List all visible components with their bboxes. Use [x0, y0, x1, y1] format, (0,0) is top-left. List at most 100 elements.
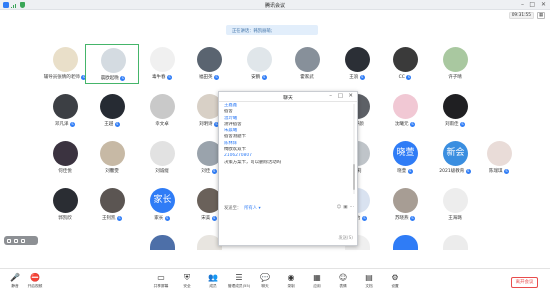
participant-tile[interactable]: 王钊凯 S: [85, 185, 139, 225]
apps-button[interactable]: ▦ 应用: [304, 273, 330, 293]
mic-status-icon: S: [117, 215, 122, 221]
record-icon: ◉: [287, 273, 295, 282]
participant-tile[interactable]: 刘馨雯: [85, 138, 139, 178]
participant-tile[interactable]: [378, 232, 432, 272]
chat-minimize-icon[interactable]: –: [329, 93, 332, 100]
avatar: [393, 235, 418, 250]
participant-name: 苏晓燕: [395, 216, 409, 221]
chat-input[interactable]: [224, 213, 354, 235]
security-button[interactable]: ⛨ 安全: [174, 273, 200, 293]
participant-tile[interactable]: 王海璐: [428, 185, 482, 225]
settings-icon: ⚙: [391, 273, 399, 282]
participant-tile[interactable]: 许子晴: [428, 44, 482, 84]
toolbar-label: 开启视频: [27, 284, 43, 288]
participant-tile[interactable]: 沈曦元 S: [378, 91, 432, 131]
participant-name: 宋美: [201, 216, 211, 221]
participant-name-row: 福田英 S: [182, 73, 236, 81]
chat-message: 决策方案卡，可以删除活动吗: [224, 159, 282, 165]
avatar: [100, 94, 125, 119]
participant-tile[interactable]: [428, 232, 482, 272]
avatar: [443, 47, 468, 72]
participant-name-row: 安鹏 S: [232, 73, 286, 81]
participant-tile[interactable]: 陈瑞琪 S: [472, 138, 526, 178]
chat-close-icon[interactable]: ✕: [348, 93, 353, 100]
participant-tile[interactable]: 晓萱 晓萱 S: [378, 138, 432, 178]
manage-button[interactable]: ☰ 管理成员(55): [226, 273, 252, 293]
participant-name: 王浪: [349, 75, 359, 80]
mic-status-icon: S: [211, 215, 217, 221]
avatar: [101, 48, 126, 73]
participant-name: 邓凡泽: [55, 122, 69, 127]
title-bar: 腾讯会议 – □ ✕: [0, 0, 550, 10]
participant-tile[interactable]: CC S: [378, 44, 432, 84]
settings-button[interactable]: ⚙ 设置: [382, 273, 408, 293]
participant-name: 郭凯欣: [58, 216, 72, 221]
chat-header[interactable]: 聊天 – □ ✕: [219, 92, 357, 102]
participant-tile[interactable]: 何佳悦: [38, 138, 92, 178]
participant-name: 王越: [104, 122, 114, 127]
participant-tile[interactable]: 幸文卓: [135, 91, 189, 131]
participant-tile[interactable]: 邓凡泽 S: [38, 91, 92, 131]
participant-tile[interactable]: 晨欧起晚 S: [85, 44, 139, 84]
mic-status-icon: S: [167, 74, 172, 80]
participant-tile[interactable]: 毒牛春 S: [135, 44, 189, 84]
mic-status-icon: S: [410, 121, 415, 127]
chat-scrollbar[interactable]: [353, 104, 355, 194]
participant-name: 刘佳: [201, 169, 211, 174]
participant-name: 许子晴: [448, 75, 462, 80]
participant-tile[interactable]: [135, 232, 189, 272]
share-screen-button[interactable]: ▭ 共享屏幕: [148, 273, 174, 293]
chat-icon: 💬: [260, 273, 270, 282]
participant-tile[interactable]: 霍家武: [280, 44, 334, 84]
chat-button[interactable]: 💬 聊天: [252, 273, 278, 293]
mic-status-icon: S: [465, 168, 471, 174]
participant-name-row: 何佳悦: [38, 167, 92, 175]
chat-window[interactable]: 聊天 – □ ✕ 王鑫鑫 宿舍 温玲曦 测评宿舍 朱晨曦 宿舍测题卡 陈林辉 椅欧欢双卡 210…: [218, 91, 358, 246]
participant-tile[interactable]: 家长 家长 S: [135, 185, 189, 225]
avatar: [53, 47, 78, 72]
members-button[interactable]: 👥 成员: [200, 273, 226, 293]
participant-tile[interactable]: 福田英 S: [182, 44, 236, 84]
participant-tile[interactable]: 辅导员张倩的老师 S: [38, 44, 92, 84]
send-button[interactable]: 发送(S): [338, 235, 353, 241]
apps-icon: ▦: [313, 273, 321, 282]
avatar: [393, 94, 418, 119]
participant-name-row: 家长 S: [135, 214, 189, 222]
mic-status-icon: S: [460, 121, 465, 127]
participant-tile[interactable]: 苏晓燕 S: [378, 185, 432, 225]
minimize-icon[interactable]: –: [521, 1, 524, 9]
avatar: [295, 47, 320, 72]
leave-meeting-button[interactable]: 离开会议: [511, 277, 538, 288]
participant-tile[interactable]: 安鹏 S: [232, 44, 286, 84]
more-icon[interactable]: ⋯: [350, 205, 355, 210]
send-to-select[interactable]: 所有人 ▾: [244, 205, 260, 211]
record-button[interactable]: ◉ 录制: [278, 273, 304, 293]
participant-tile[interactable]: 刘雨佳 S: [428, 91, 482, 131]
participant-tile[interactable]: 郭凯欣: [38, 185, 92, 225]
close-icon[interactable]: ✕: [541, 1, 546, 9]
chat-maximize-icon[interactable]: □: [338, 93, 343, 100]
participant-name-row: 刘诚缇: [135, 167, 189, 175]
mic-status-icon: S: [504, 168, 509, 174]
participant-name: 刘雨佳: [445, 122, 459, 127]
avatar: [150, 47, 175, 72]
mic-status-icon: S: [214, 74, 219, 80]
participant-name-row: 邓凡泽 S: [38, 120, 92, 128]
image-icon[interactable]: ▣: [343, 205, 347, 210]
participant-tile[interactable]: 王越 S: [85, 91, 139, 131]
docs-button[interactable]: ▤ 文档: [356, 273, 382, 293]
reaction-icon: ☺: [338, 273, 348, 282]
maximize-icon[interactable]: □: [529, 1, 535, 9]
emoji-icon[interactable]: ☺: [337, 205, 342, 210]
layout-toggle-icon[interactable]: ▦: [537, 12, 545, 19]
reaction-button[interactable]: ☺ 表情: [330, 273, 356, 293]
participant-name-row: 苏晓燕 S: [378, 214, 432, 222]
video-off-button[interactable]: ⛔ 开启视频: [22, 273, 48, 293]
toolbar-label: 共享屏幕: [153, 284, 169, 288]
participant-tile[interactable]: 王浪 S: [330, 44, 384, 84]
mic-status-icon: S: [164, 215, 170, 221]
view-controls[interactable]: [4, 236, 38, 245]
avatar: [345, 47, 370, 72]
participant-tile[interactable]: 刘诚缇: [135, 138, 189, 178]
mic-status-icon: S: [410, 215, 415, 221]
